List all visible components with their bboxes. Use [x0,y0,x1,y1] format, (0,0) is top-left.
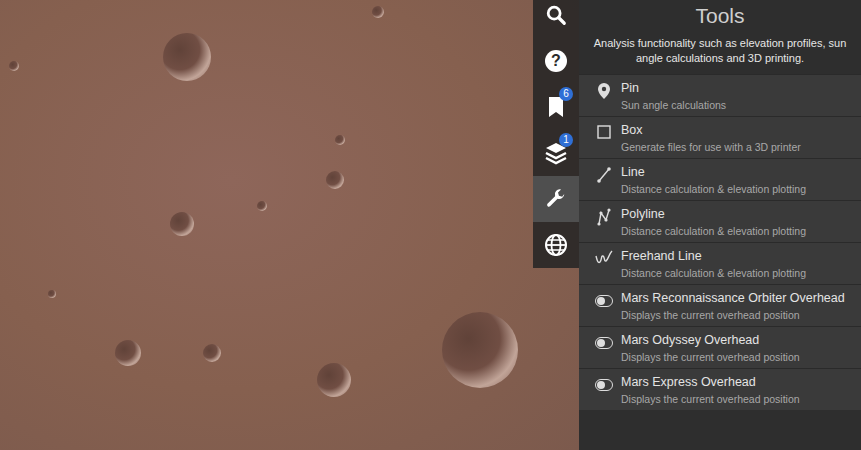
rail-button[interactable] [533,176,579,222]
crater [48,290,56,298]
toggle-description: Displays the current overhead position [621,308,845,322]
rail-button[interactable]: 6 [533,84,579,130]
overhead-toggle-item[interactable]: Mars Express Overhead Displays the curre… [579,368,861,410]
rail-button[interactable]: ? [533,38,579,84]
toggle-label: Mars Reconnaissance Orbiter Overhead [621,290,845,306]
tool-label: Line [621,164,806,180]
crater [163,33,211,81]
tool-label: Pin [621,80,726,96]
toggle-description: Displays the current overhead position [621,392,800,406]
toggle-label: Mars Express Overhead [621,374,800,390]
map-app: ? 6 1 Tools Analysis functionality such … [0,0,861,450]
toggle-icon[interactable] [595,379,613,391]
overhead-toggle-item[interactable]: Mars Reconnaissance Orbiter Overhead Dis… [579,284,861,326]
crater [372,6,384,18]
rail-button[interactable]: 1 [533,130,579,176]
rail-button[interactable] [533,0,579,38]
overhead-toggle-item[interactable]: Mars Odyssey Overhead Displays the curre… [579,326,861,368]
tool-item[interactable]: Pin Sun angle calculations [579,74,861,116]
tool-item[interactable]: Freehand Line Distance calculation & ele… [579,242,861,284]
tool-item[interactable]: Line Distance calculation & elevation pl… [579,158,861,200]
crater [203,344,221,362]
tool-list: Pin Sun angle calculations Box Generate … [579,74,861,410]
toggle-icon[interactable] [595,337,613,349]
box-icon [596,124,612,140]
tool-description: Generate files for use with a 3D printer [621,140,801,154]
crater [442,312,518,388]
tool-label: Freehand Line [621,248,806,264]
tool-description: Distance calculation & elevation plottin… [621,182,806,196]
search-icon [545,4,567,26]
crater [9,61,19,71]
tool-description: Distance calculation & elevation plottin… [621,224,806,238]
toggle-description: Displays the current overhead position [621,350,800,364]
tool-rail: ? 6 1 [533,0,579,268]
crater [115,340,141,366]
panel-subtitle: Analysis functionality such as elevation… [587,36,853,66]
wrench-icon [545,188,567,210]
tool-item[interactable]: Box Generate files for use with a 3D pri… [579,116,861,158]
crater [317,363,351,397]
panel-title: Tools [587,2,853,30]
pin-icon [597,82,611,100]
help-icon: ? [545,50,567,72]
crater [335,135,345,145]
panel-header: Tools Analysis functionality such as ele… [579,0,861,74]
count-badge: 6 [559,87,573,101]
mars-map[interactable]: ? 6 1 [0,0,579,450]
globe-icon [544,233,568,257]
toggle-icon[interactable] [595,295,613,307]
line-icon [596,166,612,184]
crater [257,201,267,211]
rail-button[interactable] [533,222,579,268]
tool-label: Box [621,122,801,138]
count-badge: 1 [559,133,573,147]
tool-item[interactable]: Polyline Distance calculation & elevatio… [579,200,861,242]
freehand-icon [595,250,613,266]
crater [170,212,194,236]
tool-description: Distance calculation & elevation plottin… [621,266,806,280]
polyline-icon [596,208,612,226]
crater [326,171,344,189]
tools-panel: Tools Analysis functionality such as ele… [579,0,861,450]
tool-label: Polyline [621,206,806,222]
toggle-label: Mars Odyssey Overhead [621,332,800,348]
tool-description: Sun angle calculations [621,98,726,112]
